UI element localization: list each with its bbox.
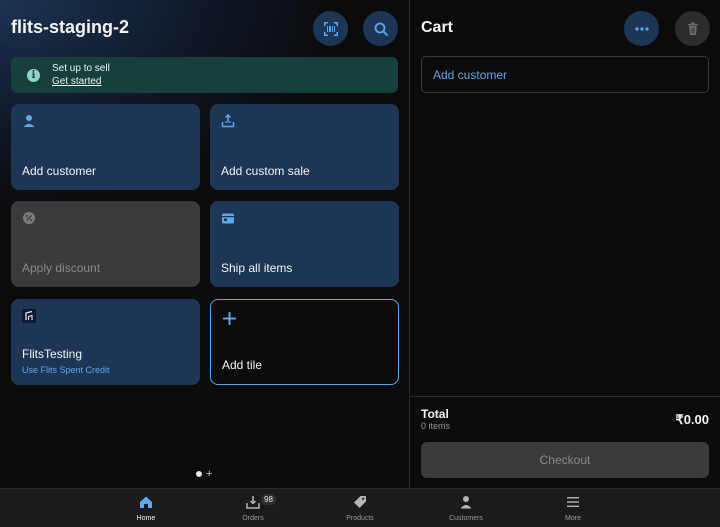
discount-icon	[23, 212, 35, 224]
tile-add-custom-sale[interactable]: Add custom sale	[210, 104, 399, 190]
page-indicator[interactable]: +	[196, 469, 212, 480]
total-label: Total	[421, 407, 449, 421]
home-panel: flits-staging-2 i Set up to sell Get sta…	[0, 0, 409, 488]
banner-title: Set up to sell	[52, 63, 110, 74]
setup-banner[interactable]: i Set up to sell Get started	[11, 57, 398, 93]
tab-orders[interactable]: 98 Orders	[213, 489, 293, 527]
trash-icon	[687, 22, 698, 35]
tab-more[interactable]: More	[533, 489, 613, 527]
tab-home[interactable]: Home	[106, 489, 186, 527]
bottom-tab-bar: Home 98 Orders Products Customers More	[0, 488, 720, 527]
ship-icon	[222, 213, 234, 224]
orders-icon	[246, 496, 260, 509]
person-icon	[23, 115, 35, 127]
person-icon	[460, 496, 472, 509]
tag-icon	[354, 496, 366, 508]
tab-customers[interactable]: Customers	[426, 489, 506, 527]
plus-icon	[223, 312, 236, 325]
tile-label: Add custom sale	[221, 164, 310, 178]
tab-label: Customers	[449, 515, 483, 522]
clear-cart-button[interactable]	[675, 11, 710, 46]
tab-label: Home	[136, 515, 156, 522]
tray-upload-icon	[221, 114, 235, 128]
tile-label: Add tile	[222, 358, 263, 372]
menu-icon	[567, 497, 579, 507]
cart-more-button[interactable]	[624, 11, 659, 46]
get-started-link[interactable]: Get started	[52, 75, 110, 88]
page-dot[interactable]	[196, 471, 202, 477]
ellipsis-icon	[634, 26, 649, 31]
tab-products[interactable]: Products	[320, 489, 400, 527]
search-icon	[374, 22, 388, 36]
tile-label: Add customer	[22, 164, 97, 178]
item-count: 0 items	[421, 421, 451, 431]
info-icon: i	[27, 68, 40, 82]
cart-title: Cart	[421, 19, 454, 36]
cart-panel: Cart Add customer Total 0 items ₹0.00 Ch…	[410, 0, 720, 488]
cart-add-customer-button[interactable]: Add customer	[421, 56, 709, 93]
add-page-plus[interactable]: +	[206, 469, 212, 480]
tile-sublabel: Use Flits Spent Credit	[22, 365, 110, 375]
tab-label: More	[565, 515, 581, 522]
total-amount: ₹0.00	[675, 412, 709, 427]
tile-flits-testing[interactable]: FlitsTesting Use Flits Spent Credit	[11, 299, 200, 385]
search-button[interactable]	[363, 11, 398, 46]
tile-ship-all-items[interactable]: Ship all items	[210, 201, 399, 287]
barcode-icon	[323, 21, 338, 36]
tile-add-tile[interactable]: Add tile	[210, 299, 399, 385]
tab-label: Orders	[242, 515, 264, 522]
tab-label: Products	[346, 515, 374, 522]
home-icon	[140, 496, 152, 508]
barcode-scan-button[interactable]	[313, 11, 348, 46]
flits-app-icon	[22, 309, 36, 323]
tile-label: FlitsTesting	[22, 347, 83, 361]
tile-label: Ship all items	[221, 261, 293, 275]
total-divider	[410, 396, 720, 397]
checkout-button[interactable]: Checkout	[421, 442, 709, 478]
tile-label: Apply discount	[22, 261, 101, 275]
tile-apply-discount[interactable]: Apply discount	[11, 201, 200, 287]
orders-badge: 98	[261, 494, 276, 505]
tile-add-customer[interactable]: Add customer	[11, 104, 200, 190]
store-title: flits-staging-2	[11, 17, 130, 37]
